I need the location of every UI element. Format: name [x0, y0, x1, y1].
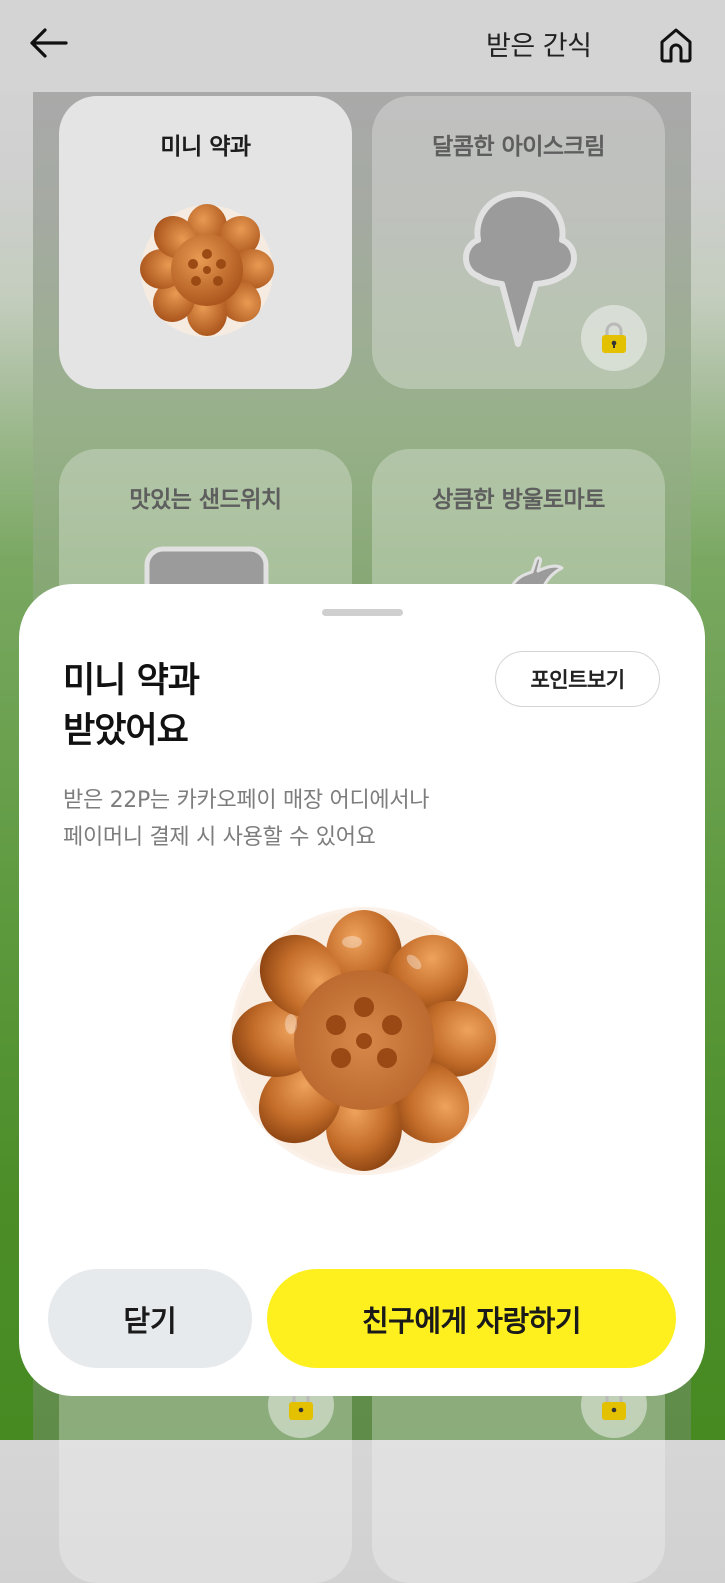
arrow-left-icon: [30, 28, 68, 58]
share-with-friends-button[interactable]: 친구에게 자랑하기: [267, 1269, 676, 1368]
top-bar: [0, 0, 725, 92]
sheet-title-line2: 받았어요: [63, 711, 189, 751]
back-button[interactable]: [22, 20, 74, 66]
snack-card-title: 상큼한 방울토마토: [432, 487, 605, 513]
page-title: 받은 간식: [486, 31, 592, 62]
sheet-title: 미니 약과 받았어요: [63, 656, 200, 756]
snack-card-yakgwa[interactable]: 미니 약과: [59, 96, 352, 389]
sheet-desc-line2: 페이머니 결제 시 사용할 수 있어요: [63, 825, 376, 850]
sheet-drag-handle[interactable]: [322, 609, 403, 616]
snack-card-title: 달콤한 아이스크림: [432, 134, 605, 160]
sheet-title-line1: 미니 약과: [63, 661, 200, 701]
snack-card-ice-cream[interactable]: 달콤한 아이스크림: [372, 96, 665, 389]
home-icon: [660, 28, 692, 63]
sheet-description: 받은 22P는 카카오페이 매장 어디에서나 페이머니 결제 시 사용할 수 있…: [63, 782, 430, 856]
lock-icon: [602, 322, 626, 353]
sheet-desc-line1: 받은 22P는 카카오페이 매장 어디에서나: [63, 788, 430, 813]
yakgwa-large-icon: [230, 907, 498, 1175]
close-button[interactable]: 닫기: [48, 1269, 252, 1368]
snack-card-title: 미니 약과: [160, 134, 251, 160]
yakgwa-icon: [140, 204, 274, 337]
home-button[interactable]: [652, 20, 700, 70]
ice-cream-icon: [463, 191, 577, 347]
view-points-button[interactable]: 포인트보기: [495, 651, 660, 707]
snack-card-title: 맛있는 샌드위치: [129, 487, 282, 513]
lock-badge: [581, 305, 647, 371]
reward-bottom-sheet: 미니 약과 받았어요 포인트보기 받은 22P는 카카오페이 매장 어디에서나 …: [19, 584, 705, 1396]
